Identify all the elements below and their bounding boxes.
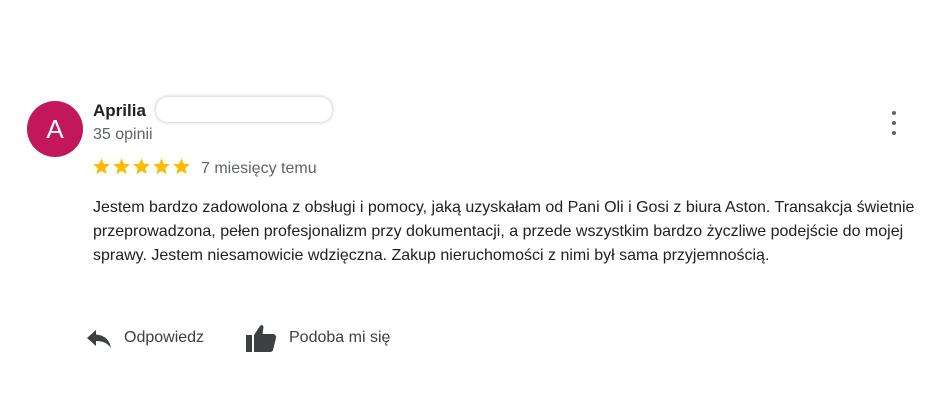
author-name[interactable]: Aprilia	[93, 101, 146, 121]
star-rating	[92, 157, 191, 176]
reply-button[interactable]: Odpowiedz	[86, 322, 204, 354]
star-icon	[173, 158, 190, 175]
author-review-count[interactable]: 35 opinii	[93, 126, 153, 144]
reply-label: Odpowiedz	[124, 329, 205, 346]
more-options-button[interactable]	[884, 111, 904, 135]
thumbs-up-icon	[246, 325, 277, 352]
like-label: Podoba mi się	[289, 329, 391, 346]
star-icon	[133, 158, 150, 175]
avatar[interactable]: A	[27, 101, 83, 157]
more-vert-icon-dot	[892, 131, 896, 135]
more-vert-icon-dot	[892, 121, 896, 125]
review-text: Jestem bardzo zadowolona z obsługi i pom…	[93, 199, 915, 264]
redacted-surname-box	[156, 97, 332, 122]
star-icon	[93, 158, 110, 175]
reply-icon	[87, 330, 111, 348]
like-button[interactable]: Podoba mi się	[245, 322, 390, 354]
star-icon	[113, 158, 130, 175]
more-vert-icon-dot	[892, 111, 896, 115]
avatar-letter: A	[46, 113, 64, 144]
star-icon	[153, 158, 170, 175]
review-time: 7 miesięcy temu	[201, 160, 317, 177]
